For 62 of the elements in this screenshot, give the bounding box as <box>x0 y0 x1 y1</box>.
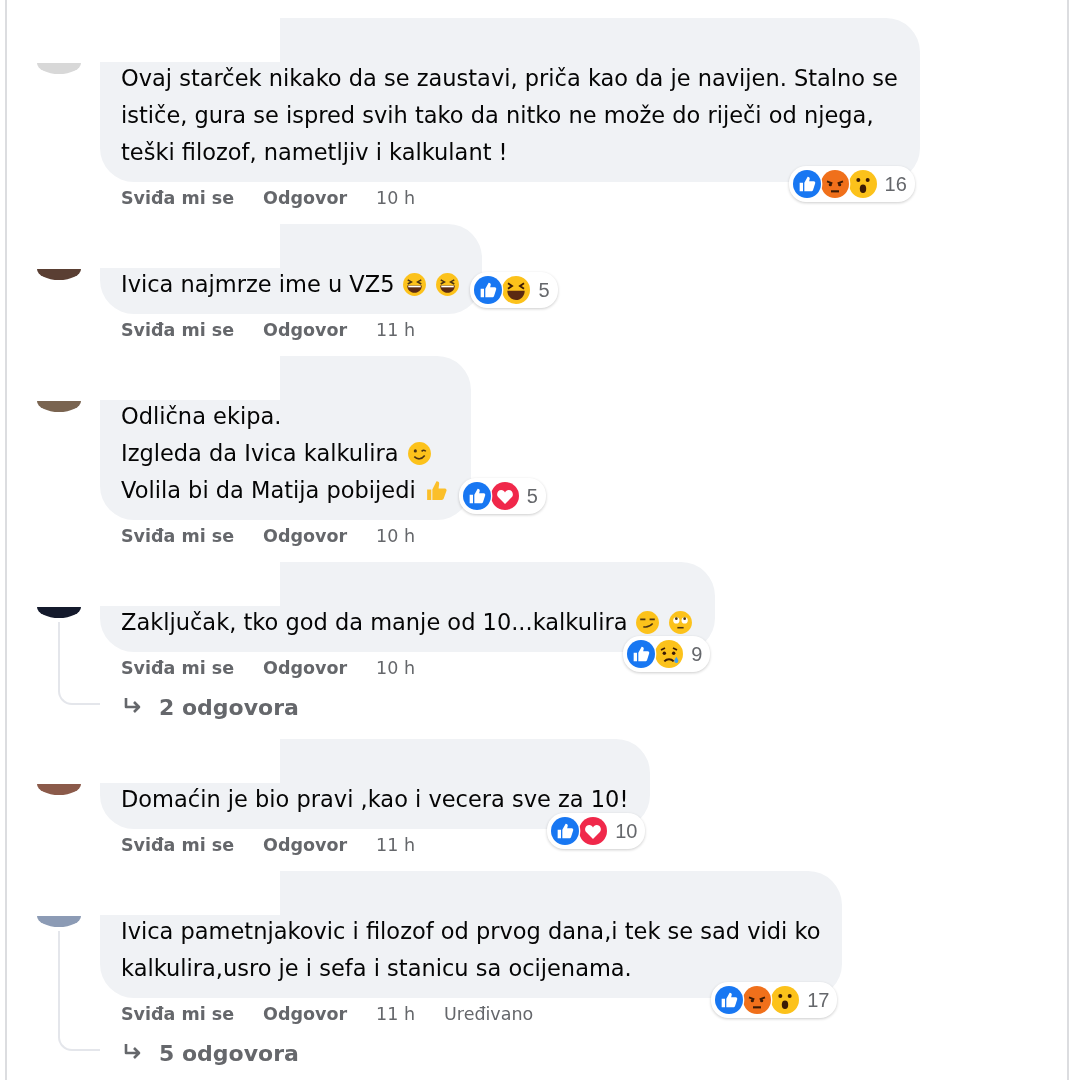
reactions-pill[interactable]: 10 <box>547 813 646 849</box>
reply-link[interactable]: Odgovor <box>263 526 348 546</box>
reply-link[interactable]: Odgovor <box>263 188 348 208</box>
comment-text: Ivica pametnjakovic i filozof od prvog dana,i tek se sad vidi ko <box>121 917 821 946</box>
eye-roll-face-icon <box>668 610 694 635</box>
comment-text: Zaključak, tko god da manje od 10...kalkulira <box>121 608 628 637</box>
reply-link[interactable]: Odgovor <box>263 1004 348 1024</box>
avatar[interactable] <box>37 269 81 280</box>
reaction-count: 9 <box>691 642 703 666</box>
comment-time[interactable]: 11 h <box>376 835 415 855</box>
like-icon <box>549 815 582 847</box>
reaction-count: 5 <box>538 278 550 302</box>
like-icon <box>713 984 746 1016</box>
comment-text: Izgleda da Ivica kalkulira <box>121 439 399 468</box>
laughing-face-icon <box>402 272 428 297</box>
comment-time[interactable]: 11 h <box>376 1004 415 1024</box>
comment-text: kalkulira,usro je i sefa i stanicu sa ocijenama. <box>121 954 632 983</box>
comment-text: Domaćin je bio pravi ,kao i vecera sve za 10! <box>121 785 629 814</box>
reactions-pill[interactable]: 9 <box>623 636 711 672</box>
comment-text: Odlična ekipa. <box>121 402 282 431</box>
reaction-count: 5 <box>526 484 538 508</box>
surprised-face-icon <box>769 984 802 1016</box>
like-link[interactable]: Sviđa mi se <box>121 526 235 546</box>
like-icon <box>790 168 823 200</box>
like-link[interactable]: Sviđa mi se <box>121 658 235 678</box>
like-link[interactable]: Sviđa mi se <box>121 188 235 208</box>
avatar[interactable] <box>37 607 81 618</box>
laughing-face-icon <box>500 274 533 306</box>
laughing-face-icon <box>435 272 461 297</box>
crying-face-icon <box>653 638 686 670</box>
reply-link[interactable]: Odgovor <box>263 658 348 678</box>
comment-time[interactable]: 11 h <box>376 320 415 340</box>
like-link[interactable]: Sviđa mi se <box>121 320 235 340</box>
reply-link[interactable]: Odgovor <box>263 835 348 855</box>
reactions-pill[interactable]: 5 <box>458 478 546 514</box>
angry-face-icon <box>741 984 774 1016</box>
like-icon <box>472 274 505 306</box>
reaction-count: 10 <box>615 819 638 843</box>
reactions-pill[interactable]: 16 <box>788 166 915 202</box>
smirking-face-icon <box>635 610 661 635</box>
comment-text: Volila bi da Matija pobijedi <box>121 476 416 505</box>
comment-text: Ovaj starček nikako da se zaustavi, priča kao da je navijen. Stalno se <box>121 64 898 93</box>
reaction-count: 16 <box>884 172 907 196</box>
comment-time[interactable]: 10 h <box>376 658 415 678</box>
comment-text: teški filozof, nametljiv i kalkulant ! <box>121 138 508 167</box>
like-link[interactable]: Sviđa mi se <box>121 835 235 855</box>
reaction-count: 17 <box>807 988 830 1012</box>
angry-face-icon <box>818 168 851 200</box>
reply-link[interactable]: Odgovor <box>263 320 348 340</box>
comment-text: Ivica najmrze ime u VZ5 <box>121 270 395 299</box>
reactions-pill[interactable]: 5 <box>470 272 558 308</box>
like-icon <box>460 480 493 512</box>
winking-face-icon <box>406 441 432 466</box>
like-link[interactable]: Sviđa mi se <box>121 1004 235 1024</box>
reactions-pill[interactable]: 17 <box>711 982 838 1018</box>
like-icon <box>625 638 658 670</box>
comment-time[interactable]: 10 h <box>376 188 415 208</box>
view-replies-link[interactable]: 5 odgovora <box>159 1040 299 1066</box>
edited-label: Uređivano <box>444 1004 534 1024</box>
comment-time[interactable]: 10 h <box>376 526 415 546</box>
comment-text: ističe, gura se ispred svih tako da nitko ne može do riječi od njega, <box>121 101 874 130</box>
view-replies-link[interactable]: 2 odgovora <box>159 694 299 720</box>
